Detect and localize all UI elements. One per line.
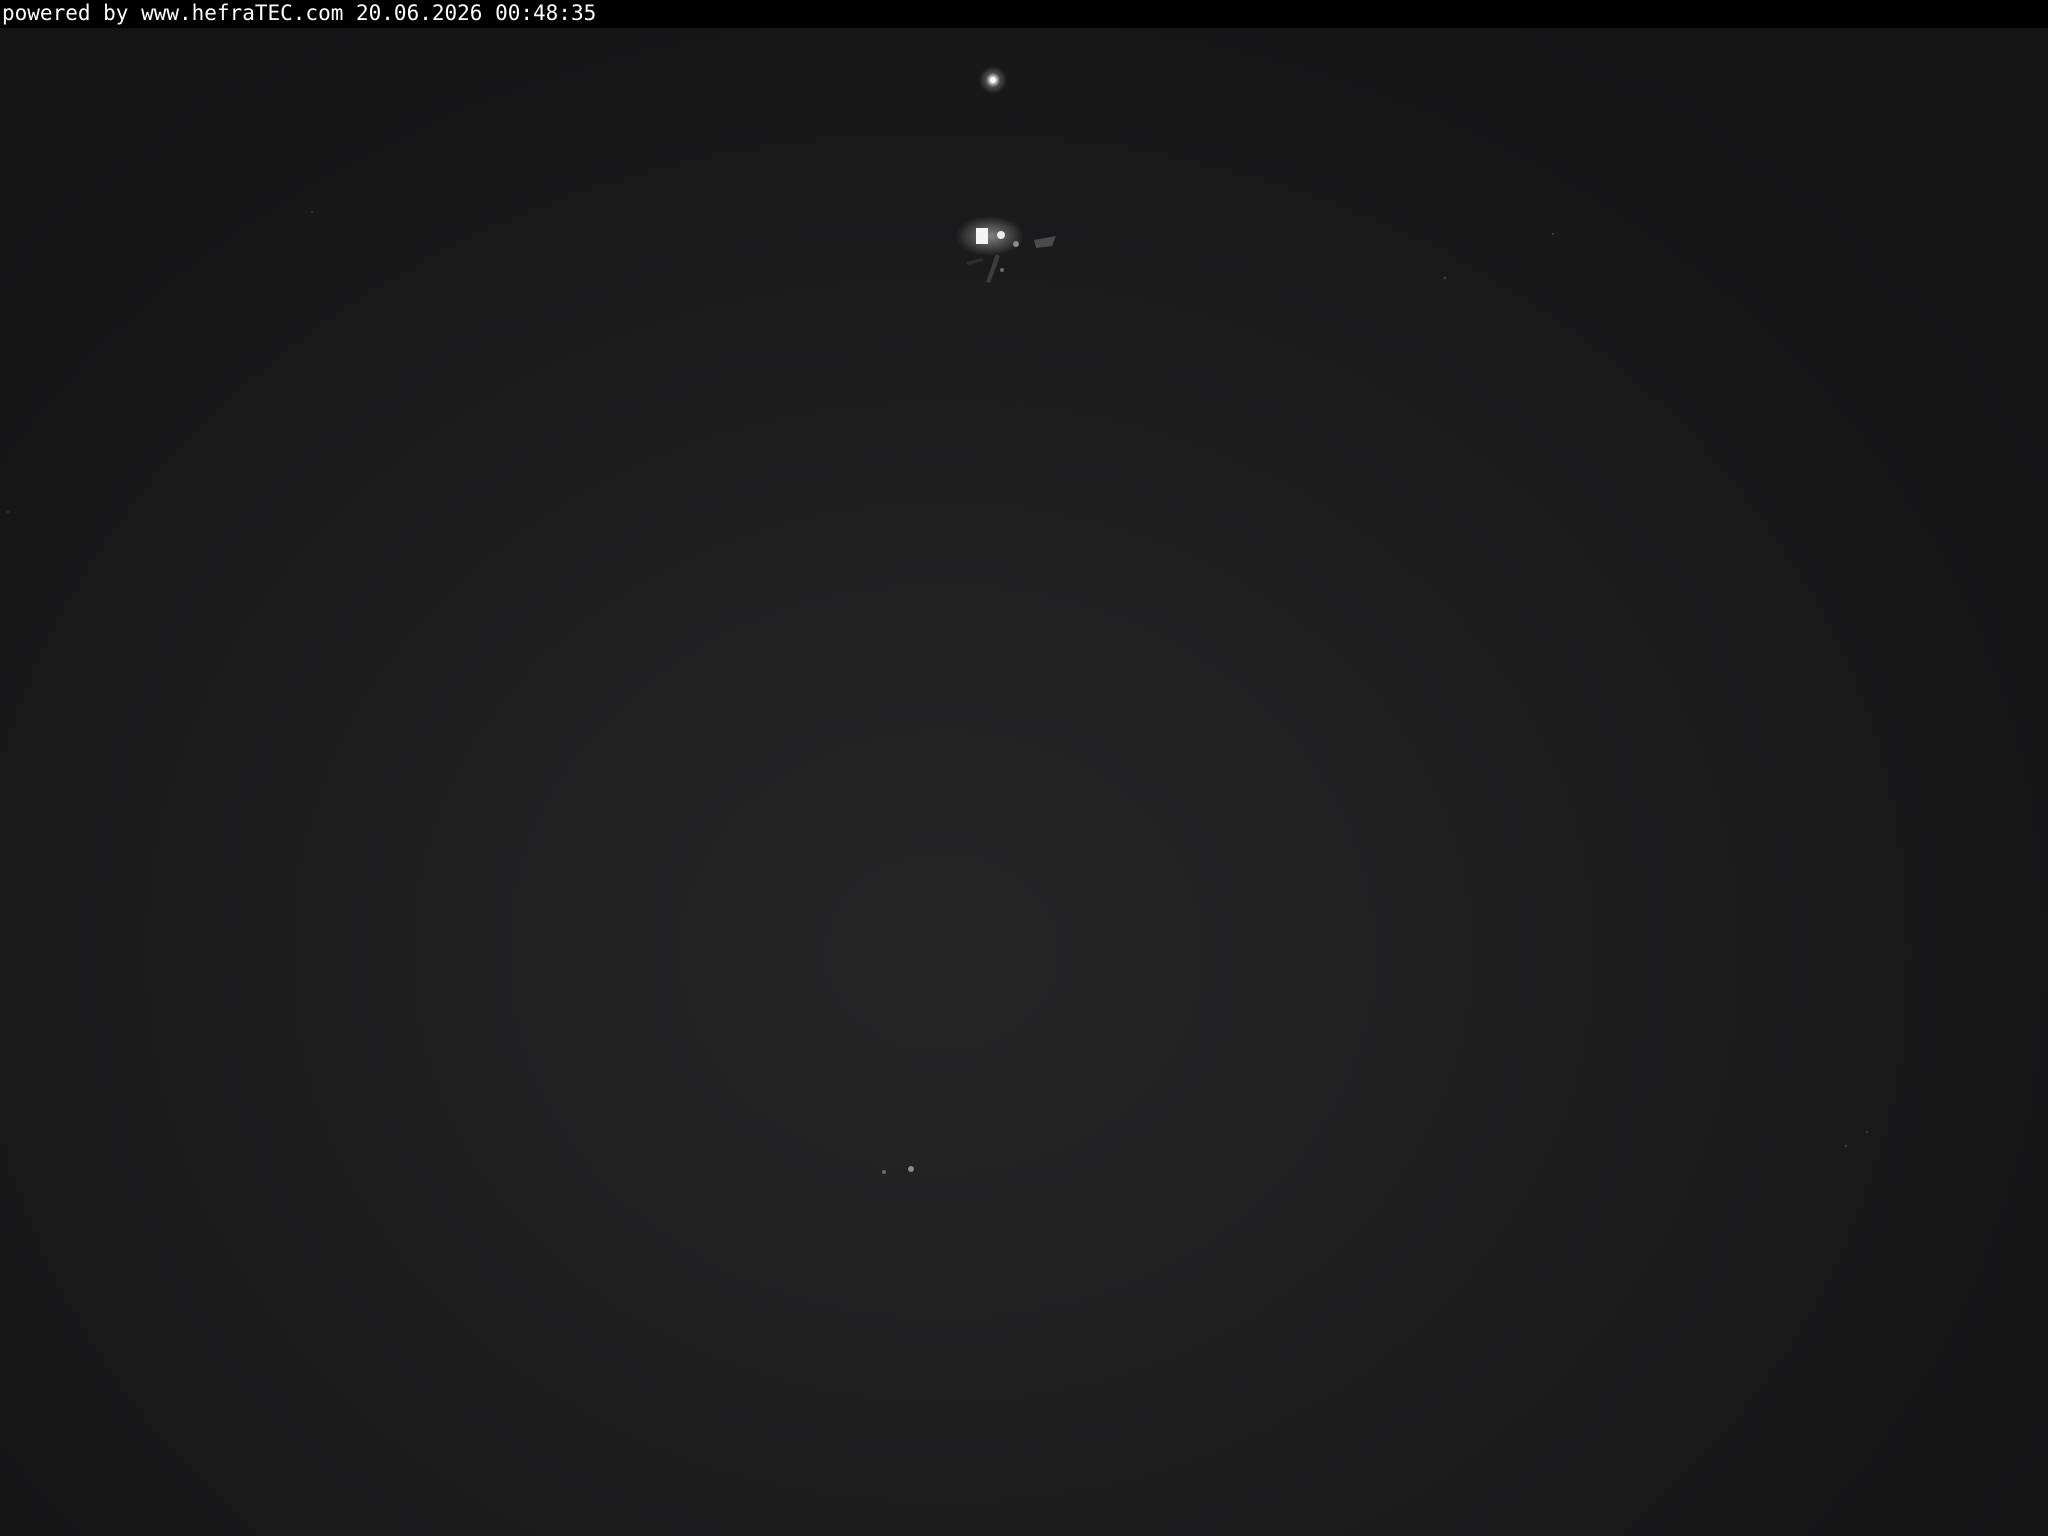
faint-specks: [7, 211, 1869, 1148]
night-scene: [7, 66, 1869, 1174]
timestamp-bar: powered by www.hefraTEC.com 20.06.2026 0…: [0, 0, 2048, 28]
webcam-frame: powered by www.hefraTEC.com 20.06.2026 0…: [0, 0, 2048, 1536]
top-star-light: [979, 66, 1007, 94]
timestamp-overlay-text: powered by www.hefraTEC.com 20.06.2026 0…: [2, 1, 597, 25]
building-light-cluster: [956, 216, 1056, 283]
distant-light-pair: [882, 1166, 914, 1174]
